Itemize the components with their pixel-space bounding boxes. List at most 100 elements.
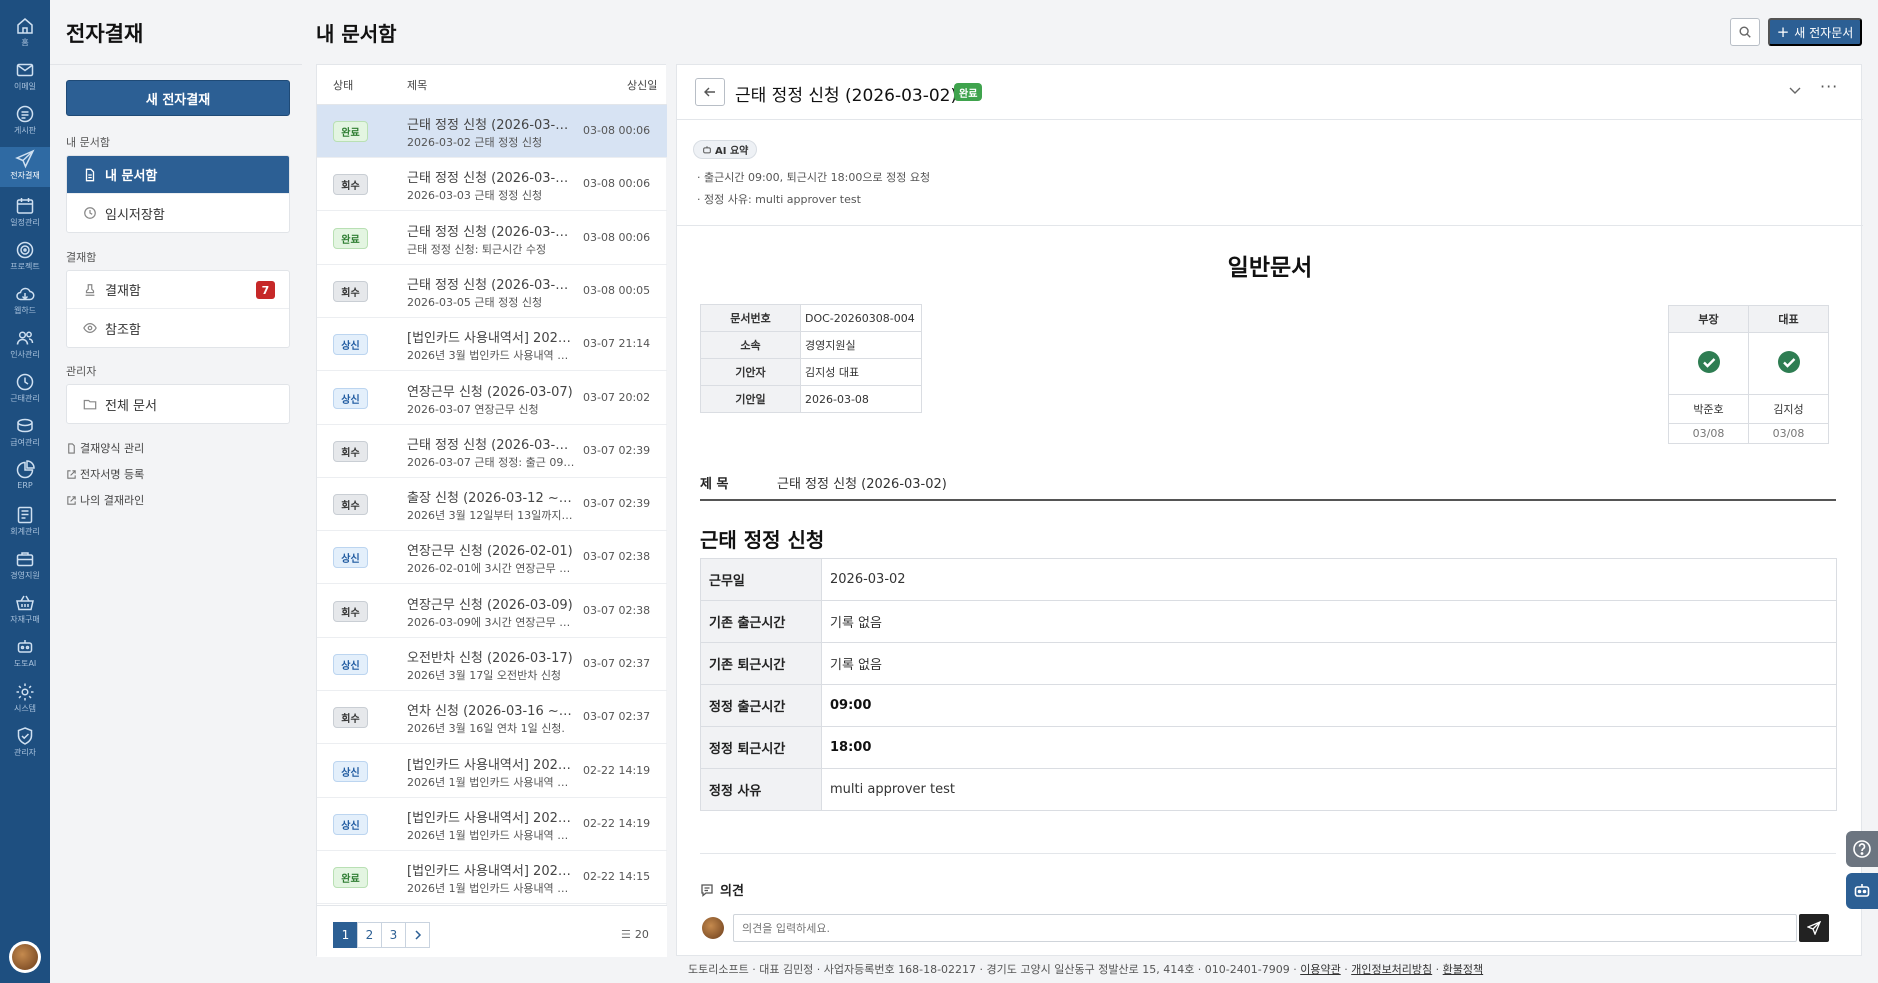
table-row[interactable]: 상신 [법인카드 사용내역서] 2026년 3월 2026년 3월 법인카드 사용내… xyxy=(317,318,667,372)
ai-summary-line: · 출근시간 09:00, 퇴근시간 18:00으로 정정 요청 xyxy=(697,171,931,184)
document-info-table: 문서번호 DOC-20260308-004 소속 경영지원실 기안자 김지성 대표 기… xyxy=(700,304,922,413)
calendar-icon xyxy=(16,198,34,214)
table-row[interactable]: 상신 연장근무 신청 (2026-03-07) 2026-03-07 연장근무 신청… xyxy=(317,372,667,425)
menu-item-drafts[interactable]: 임시저장함 xyxy=(67,194,289,232)
table-row[interactable]: 회수 연장근무 신청 (2026-03-09) 2026-03-09에 3시간 연장… xyxy=(317,585,667,638)
opinion-label: 의견 xyxy=(700,880,744,899)
search-button[interactable] xyxy=(1730,18,1760,46)
row-date: 03-08 00:06 xyxy=(583,230,651,244)
form-label: 정정 사유 xyxy=(700,768,822,811)
rail-item-send[interactable]: 전자결재 xyxy=(0,147,50,187)
gear-icon xyxy=(16,683,34,701)
rail-item-label: 회계관리 xyxy=(10,527,40,536)
more-options-button[interactable]: ··· xyxy=(1820,77,1838,96)
arrow-left-icon xyxy=(704,87,715,97)
robot-icon xyxy=(17,640,33,653)
form-heading: 근태 정정 신청 xyxy=(700,528,825,552)
menu-item-reference-box[interactable]: 참조함 xyxy=(67,309,289,347)
table-row[interactable]: 회수 연차 신청 (2026-03-16 ~ 2026-03-16) 2026년 3… xyxy=(317,691,667,745)
subject-label: 제 목 xyxy=(700,477,729,492)
plus-icon: + xyxy=(1776,23,1790,41)
link-my-approval-line[interactable]: 나의 결재라인 xyxy=(66,492,144,508)
footer-link-privacy[interactable]: 개인정보처리방침 xyxy=(1351,963,1432,976)
table-row[interactable]: 상신 연장근무 신청 (2026-02-01) 2026-02-01에 3시간 연장… xyxy=(317,531,667,585)
ai-summary-tag: AI 요약 xyxy=(693,140,758,159)
status-badge: 상신 xyxy=(333,334,368,356)
send-opinion-button[interactable] xyxy=(1799,914,1829,942)
approval-date: 03/08 xyxy=(1668,423,1749,444)
row-title: 출장 신청 (2026-03-12 ~ 2026-03-13) xyxy=(407,491,575,507)
new-document-button[interactable]: + 새 전자문서 xyxy=(1768,18,1862,46)
user-avatar[interactable] xyxy=(9,941,41,973)
back-button[interactable] xyxy=(695,78,725,106)
info-label: 문서번호 xyxy=(700,304,801,332)
rail-item-gear[interactable]: 시스템 xyxy=(0,680,50,720)
chevron-down-icon[interactable] xyxy=(1788,83,1802,97)
link-form-management[interactable]: 결재양식 관리 xyxy=(66,440,144,456)
form-label: 정정 출근시간 xyxy=(700,684,822,727)
row-subtitle: 2026-03-07 근태 정정: 출근 09:00 xyxy=(407,455,575,469)
robot-icon xyxy=(1854,884,1870,897)
row-title: [법인카드 사용내역서] 2026년 1월 xyxy=(407,864,575,880)
rail-item-cloud[interactable]: 웹하드 xyxy=(0,282,50,322)
opinion-input[interactable] xyxy=(733,914,1797,942)
pie-icon xyxy=(16,460,35,479)
status-badge: 회수 xyxy=(333,440,368,462)
status-badge: 회수 xyxy=(333,707,368,729)
menu-item-mydocs[interactable]: 내 문서함 xyxy=(67,156,289,194)
row-date: 03-07 21:14 xyxy=(583,337,651,351)
menu-item-label: 참조함 xyxy=(105,322,141,338)
rail-item-ledger[interactable]: 회계관리 xyxy=(0,503,50,543)
table-row[interactable]: 상신 오전반차 신청 (2026-03-17) 2026년 3월 17일 오전반차 … xyxy=(317,638,667,691)
table-row[interactable]: 상신 [법인카드 사용내역서] 2026년 1월 2026년 1월 법인카드 사용내… xyxy=(317,745,667,798)
shield-icon xyxy=(17,727,33,745)
rail-item-label: 이메일 xyxy=(13,82,37,91)
table-row[interactable]: 회수 근태 정정 신청 (2026-03-05) 2026-03-05 근태 정정 … xyxy=(317,265,667,318)
new-approval-button[interactable]: 새 전자결재 xyxy=(66,80,290,116)
rail-item-pie[interactable]: ERP xyxy=(0,458,50,498)
table-row[interactable]: 회수 근태 정정 신청 (2026-03-03) 2026-03-03 근태 정정 … xyxy=(317,158,667,212)
rail-item-label: 인사관리 xyxy=(10,350,40,359)
table-row[interactable]: 완료 [법인카드 사용내역서] 2026년 1월 2026년 1월 법인카드 사용내… xyxy=(317,851,667,905)
table-row[interactable]: 완료 근태 정정 신청 (2026-03-04) 근태 정정 신청: 퇴근시간 수정… xyxy=(317,212,667,265)
rail-item-clock[interactable]: 근태관리 xyxy=(0,370,50,410)
table-row[interactable]: 완료 근태 정정 신청 (2026-03-02) 2026-03-02 근태 정정 … xyxy=(317,105,667,158)
footer-link-refund[interactable]: 환불정책 xyxy=(1443,963,1483,976)
next-page-button[interactable] xyxy=(405,922,430,948)
info-label: 기안자 xyxy=(700,358,801,386)
rail-item-home[interactable]: 홈 xyxy=(0,14,50,54)
rail-item-basket[interactable]: 자재구매 xyxy=(0,591,50,631)
rail-item-briefcase[interactable]: 경영지원 xyxy=(0,547,50,587)
ai-assistant-button[interactable] xyxy=(1846,873,1878,909)
link-signature-register[interactable]: 전자서명 등록 xyxy=(66,466,144,482)
rail-item-calendar[interactable]: 일정관리 xyxy=(0,194,50,234)
rail-item-shield[interactable]: 관리자 xyxy=(0,724,50,764)
menu-item-all-docs[interactable]: 전체 문서 xyxy=(67,385,289,423)
info-label: 소속 xyxy=(700,331,801,359)
form-value: 기록 없음 xyxy=(821,642,1837,685)
rail-item-people[interactable]: 인사관리 xyxy=(0,326,50,366)
document-title: 근태 정정 신청 (2026-03-02) xyxy=(735,86,958,106)
page-button-3[interactable]: 3 xyxy=(381,922,406,948)
footer-link-terms[interactable]: 이용약관 xyxy=(1300,963,1340,976)
rail-item-target[interactable]: 프로젝트 xyxy=(0,238,50,278)
page-button-2[interactable]: 2 xyxy=(357,922,382,948)
table-row[interactable]: 회수 근태 정정 신청 (2026-03-07) 2026-03-07 근태 정정:… xyxy=(317,425,667,478)
menu-item-approval-box[interactable]: 결재함 7 xyxy=(67,271,289,309)
table-row[interactable]: 회수 출장 신청 (2026-03-12 ~ 2026-03-13) 2026년 3… xyxy=(317,478,667,532)
table-row[interactable]: 상신 [법인카드 사용내역서] 2026년 1월 2026년 1월 법인카드 사용내… xyxy=(317,798,667,851)
status-badge: 상신 xyxy=(333,547,368,569)
subnav-divider xyxy=(50,64,302,65)
subject-value: 근태 정정 신청 (2026-03-02) xyxy=(777,477,947,492)
rail-item-board[interactable]: 게시판 xyxy=(0,102,50,142)
page-button-1[interactable]: 1 xyxy=(333,922,358,948)
coin-icon xyxy=(17,418,33,433)
send-icon xyxy=(15,149,35,169)
rail-item-mail[interactable]: 이메일 xyxy=(0,58,50,98)
page-size-selector[interactable]: ☰ 20 xyxy=(621,928,649,941)
rail-item-label: 자재구매 xyxy=(10,615,40,624)
help-button[interactable] xyxy=(1846,831,1878,867)
document-heading: 일반문서 xyxy=(1227,255,1313,281)
rail-item-robot[interactable]: 도토AI xyxy=(0,635,50,675)
rail-item-coin[interactable]: 급여관리 xyxy=(0,414,50,454)
